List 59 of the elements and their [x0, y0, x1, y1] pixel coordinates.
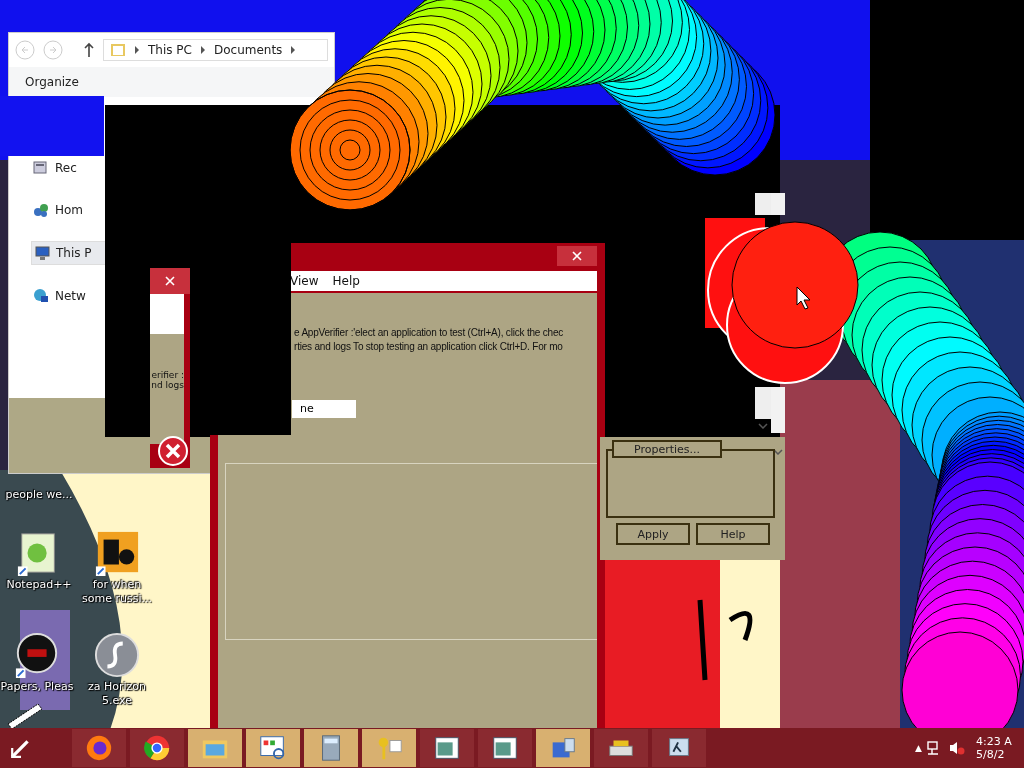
scroll-down-icon[interactable]: [773, 449, 783, 455]
chevron-icon[interactable]: [290, 46, 297, 54]
name-field[interactable]: ne: [292, 400, 356, 418]
scrollbar[interactable]: [755, 193, 771, 215]
cursor-trail: [7, 703, 43, 730]
instruction-text: rties and logs To stop testing an application click Ctrl+D. For mo: [294, 341, 563, 352]
sidebar-item[interactable]: Netw: [31, 285, 109, 307]
sidebar-item[interactable]: Rec: [31, 157, 109, 179]
breadcrumb-item[interactable]: This PC: [148, 43, 192, 57]
dialog-button[interactable]: Apply: [616, 523, 690, 545]
scroll-down-icon[interactable]: [758, 423, 768, 429]
firefox-icon: [84, 733, 114, 763]
sidebar-item[interactable]: Hom: [31, 199, 109, 221]
recent-icon: [33, 160, 49, 176]
clock-date[interactable]: 5/8/2: [976, 748, 1020, 761]
dialog-text: erifier :: [151, 370, 184, 380]
chrome-taskbar-button[interactable]: [130, 729, 184, 767]
papers-icon[interactable]: [14, 632, 60, 678]
muted-speaker-icon[interactable]: [948, 739, 966, 757]
de-icon[interactable]: [94, 530, 140, 576]
menu-item[interactable]: Help: [332, 274, 360, 288]
lambda-taskbar-button[interactable]: [652, 729, 706, 767]
error-icon: [158, 436, 188, 466]
chevron-icon[interactable]: [134, 46, 140, 54]
breadcrumb-item[interactable]: Documents: [213, 43, 283, 57]
window-taskbar-button[interactable]: [478, 729, 532, 767]
close-icon[interactable]: [557, 246, 597, 266]
icon-label[interactable]: people we...: [5, 488, 73, 502]
tray-arrow[interactable]: ▲: [915, 743, 922, 753]
control-taskbar-button[interactable]: [246, 729, 300, 767]
flash-icon[interactable]: [94, 632, 140, 678]
organize-button[interactable]: Organize: [23, 73, 81, 91]
firefox-taskbar-button[interactable]: [72, 729, 126, 767]
scrollbar[interactable]: [771, 193, 785, 215]
computer-icon: [34, 245, 50, 261]
instruction-text: e AppVerifier :'elect an application to test (Ctrl+A), click the chec: [294, 327, 564, 338]
clock-time[interactable]: 4:23 A: [976, 735, 1020, 748]
dialog-button[interactable]: Help: [696, 523, 770, 545]
folder-icon: [110, 42, 126, 58]
scrollbar[interactable]: [771, 387, 785, 433]
calculator-taskbar-button[interactable]: [304, 729, 358, 767]
chrome-icon: [142, 733, 172, 763]
network-taskbar-button[interactable]: [536, 729, 590, 767]
icon-label[interactable]: for when some russi...: [80, 578, 154, 606]
window-taskbar-button[interactable]: [420, 729, 474, 767]
network-icon: [33, 288, 49, 304]
start-icon[interactable]: [10, 737, 32, 759]
up-arrow-icon[interactable]: [83, 42, 95, 58]
dialog-text: nd logs: [151, 380, 184, 390]
icon-label[interactable]: Notepad++: [6, 578, 72, 592]
address-bar[interactable]: This PC Documents: [103, 39, 328, 61]
menu-item[interactable]: View: [290, 274, 319, 288]
dialog-panel: [150, 294, 184, 334]
scrollbar[interactable]: [755, 387, 771, 419]
homegroup-icon: [33, 202, 49, 218]
dialog-button[interactable]: Properties...: [612, 440, 722, 458]
printer-taskbar-button[interactable]: [594, 729, 648, 767]
cursor-icon: [796, 286, 811, 310]
chevron-icon[interactable]: [199, 46, 206, 54]
